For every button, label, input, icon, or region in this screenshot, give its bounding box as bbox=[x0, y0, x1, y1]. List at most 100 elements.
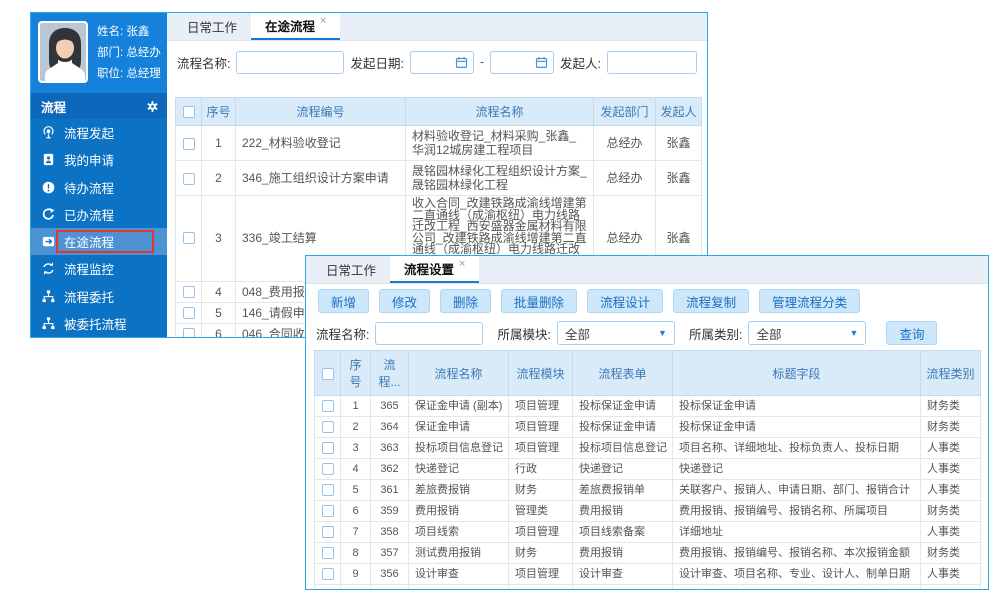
column-header-name: 流程名称 bbox=[406, 98, 594, 126]
row-checkbox[interactable] bbox=[183, 286, 195, 298]
module-label: 所属模块: bbox=[497, 324, 550, 343]
module-select[interactable]: 全部 ▼ bbox=[557, 321, 675, 345]
row-checkbox[interactable] bbox=[322, 421, 334, 433]
cell-process-name: 保证金申请 (副本) bbox=[409, 396, 509, 417]
row-checkbox[interactable] bbox=[322, 547, 334, 559]
sync-icon bbox=[41, 261, 56, 276]
cell-category: 人事类 bbox=[921, 522, 981, 543]
column-header-code: 流程... bbox=[371, 351, 409, 396]
cell-title-fields: 关联客户、报销人、申请日期、部门、报销合计 bbox=[673, 480, 921, 501]
redo-icon bbox=[41, 207, 56, 222]
cell-department: 总经办 bbox=[594, 126, 656, 161]
sidebar-item-process-start[interactable]: 流程发起 bbox=[31, 119, 167, 146]
checkbox-cell bbox=[315, 501, 341, 522]
cell-process-name: 投标项目信息登记 bbox=[409, 438, 509, 459]
batch-delete-button[interactable]: 批量删除 bbox=[501, 289, 577, 313]
select-all-checkbox[interactable] bbox=[322, 368, 334, 380]
cell-module: 项目管理 bbox=[509, 522, 573, 543]
org-tree-icon bbox=[41, 316, 56, 331]
tab-bar: 日常工作 在途流程 × bbox=[167, 13, 707, 41]
cell-department: 总经办 bbox=[594, 161, 656, 196]
category-label: 所属类别: bbox=[689, 324, 742, 343]
cell-form: 项目线索备案 bbox=[573, 522, 673, 543]
process-copy-button[interactable]: 流程复制 bbox=[673, 289, 749, 313]
sidebar-item-process-monitor[interactable]: 流程监控 bbox=[31, 255, 167, 282]
column-header-name: 流程名称 bbox=[409, 351, 509, 396]
tab-daily-work[interactable]: 日常工作 bbox=[312, 256, 390, 283]
sidebar-item-label: 在途流程 bbox=[64, 232, 114, 251]
start-date-label: 发起日期: bbox=[350, 53, 403, 72]
process-name-input[interactable] bbox=[236, 51, 344, 74]
cell-category: 项目管理 bbox=[921, 585, 981, 591]
table-header-row: 序号 流程编号 流程名称 发起部门 发起人 bbox=[176, 98, 702, 126]
avatar bbox=[38, 21, 88, 83]
manage-category-button[interactable]: 管理流程分类 bbox=[759, 289, 860, 313]
cell-index: 8 bbox=[341, 543, 371, 564]
sidebar-item-done-processes[interactable]: 已办流程 bbox=[31, 201, 167, 228]
gear-icon[interactable] bbox=[146, 100, 159, 113]
cell-process-code: 356 bbox=[371, 564, 409, 585]
process-name-input[interactable] bbox=[375, 322, 483, 345]
cell-process-code: 346_施工组织设计方案申请 bbox=[236, 161, 406, 196]
sidebar: 姓名: 张鑫 部门: 总经办 职位: 总经理 流程 bbox=[31, 13, 167, 337]
cell-form: 设计进度汇报 bbox=[573, 585, 673, 591]
sidebar-item-my-applications[interactable]: 我的申请 bbox=[31, 146, 167, 173]
tab-in-transit-processes[interactable]: 在途流程 × bbox=[251, 13, 340, 40]
cell-process-code: 363 bbox=[371, 438, 409, 459]
process-design-button[interactable]: 流程设计 bbox=[587, 289, 663, 313]
table-header-row: 序号 流程... 流程名称 流程模块 流程表单 标题字段 流程类别 bbox=[315, 351, 981, 396]
sidebar-item-in-transit-processes[interactable]: 在途流程 bbox=[31, 228, 167, 255]
select-all-checkbox[interactable] bbox=[183, 106, 195, 118]
search-button[interactable]: 查询 bbox=[886, 321, 937, 345]
date-from-input[interactable] bbox=[410, 51, 474, 74]
sidebar-item-process-delegation[interactable]: 流程委托 bbox=[31, 283, 167, 310]
row-checkbox[interactable] bbox=[183, 307, 195, 319]
row-checkbox[interactable] bbox=[322, 526, 334, 538]
close-icon[interactable]: × bbox=[320, 15, 326, 27]
row-checkbox[interactable] bbox=[322, 505, 334, 517]
close-icon[interactable]: × bbox=[459, 258, 465, 270]
cell-index: 10 bbox=[341, 585, 371, 591]
cell-process-code: 359 bbox=[371, 501, 409, 522]
sidebar-item-label: 已办流程 bbox=[64, 205, 114, 224]
sidebar-item-delegated-processes[interactable]: 被委托流程 bbox=[31, 310, 167, 337]
profile-info: 姓名: 张鑫 部门: 总经办 职位: 总经理 bbox=[97, 21, 161, 85]
cell-index: 1 bbox=[202, 126, 236, 161]
row-checkbox[interactable] bbox=[183, 232, 195, 244]
cell-index: 7 bbox=[341, 522, 371, 543]
row-checkbox[interactable] bbox=[322, 463, 334, 475]
edit-button[interactable]: 修改 bbox=[379, 289, 430, 313]
org-tree-icon bbox=[41, 289, 56, 304]
sidebar-item-todo-processes[interactable]: 待办流程 bbox=[31, 174, 167, 201]
cell-process-name: 费用报销 bbox=[409, 501, 509, 522]
row-checkbox[interactable] bbox=[183, 138, 195, 150]
delete-button[interactable]: 删除 bbox=[440, 289, 491, 313]
category-select-value: 全部 bbox=[756, 324, 781, 343]
toolbar: 新增 修改 删除 批量删除 流程设计 流程复制 管理流程分类 bbox=[306, 284, 988, 318]
initiator-input[interactable] bbox=[607, 51, 697, 74]
cell-index: 9 bbox=[341, 564, 371, 585]
row-checkbox[interactable] bbox=[183, 328, 195, 337]
sidebar-item-label: 流程监控 bbox=[64, 259, 114, 278]
tab-daily-work[interactable]: 日常工作 bbox=[173, 13, 251, 40]
cell-title-fields: 设计进度汇报、所属项目、任务名称、任务编号、设计人、汇报人、汇报日期 bbox=[673, 585, 921, 591]
cell-process-name: 设计进度汇报 bbox=[409, 585, 509, 591]
row-checkbox[interactable] bbox=[322, 568, 334, 580]
tab-process-settings[interactable]: 流程设置 × bbox=[390, 256, 479, 283]
cell-module: 项目管理 bbox=[509, 417, 573, 438]
column-header-module: 流程模块 bbox=[509, 351, 573, 396]
cell-index: 1 bbox=[341, 396, 371, 417]
row-checkbox[interactable] bbox=[322, 400, 334, 412]
category-select[interactable]: 全部 ▼ bbox=[748, 321, 866, 345]
column-header-person: 发起人 bbox=[656, 98, 702, 126]
row-checkbox[interactable] bbox=[322, 442, 334, 454]
date-to-input[interactable] bbox=[490, 51, 554, 74]
cell-category: 财务类 bbox=[921, 501, 981, 522]
row-checkbox[interactable] bbox=[183, 173, 195, 185]
row-checkbox[interactable] bbox=[322, 484, 334, 496]
cell-form: 费用报销 bbox=[573, 501, 673, 522]
cell-category: 人事类 bbox=[921, 438, 981, 459]
module-select-value: 全部 bbox=[565, 324, 590, 343]
new-button[interactable]: 新增 bbox=[318, 289, 369, 313]
broadcast-icon bbox=[41, 125, 56, 140]
